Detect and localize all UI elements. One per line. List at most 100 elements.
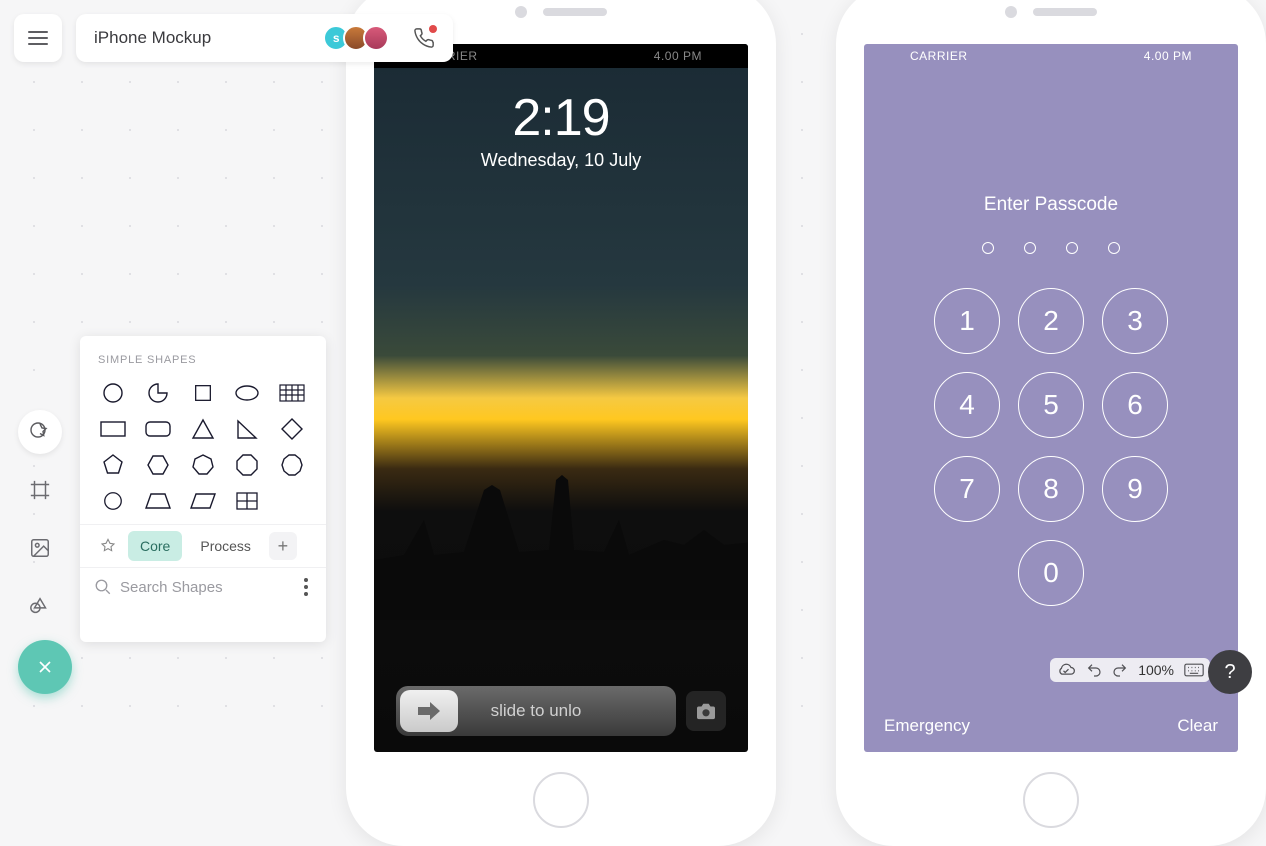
keypad: 1 2 3 4 5 6 7 8 9 0	[864, 288, 1238, 606]
more-shapes-tool[interactable]	[18, 584, 62, 628]
camera-shortcut[interactable]	[686, 691, 726, 731]
phone-screen-left: CARRIER 4.00 PM 2:19 Wednesday, 10 July …	[374, 44, 748, 752]
shape-rounded-square[interactable]	[98, 488, 128, 514]
iphone-mockup-passcode[interactable]: CARRIER 4.00 PM Enter Passcode 1 2 3 4 5…	[836, 0, 1266, 846]
hamburger-button[interactable]	[14, 14, 62, 62]
key-9[interactable]: 9	[1102, 456, 1168, 522]
hamburger-icon	[28, 31, 48, 45]
shape-pie[interactable]	[143, 380, 173, 406]
tab-process[interactable]: Process	[188, 531, 263, 561]
keyboard-icon	[1184, 663, 1204, 677]
image-tool[interactable]	[18, 526, 62, 570]
key-1[interactable]: 1	[934, 288, 1000, 354]
passcode-bottom-row: Emergency Clear	[884, 716, 1218, 736]
iphone-mockup-lockscreen[interactable]: CARRIER 4.00 PM 2:19 Wednesday, 10 July …	[346, 0, 776, 846]
pin-button[interactable]	[94, 532, 122, 560]
pin-icon	[100, 538, 116, 554]
passcode-screen: CARRIER 4.00 PM Enter Passcode 1 2 3 4 5…	[864, 44, 1238, 752]
shape-table[interactable]	[277, 380, 307, 406]
key-6[interactable]: 6	[1102, 372, 1168, 438]
slide-text: slide to unlo	[396, 701, 676, 721]
undo-button[interactable]	[1086, 662, 1102, 678]
shape-square[interactable]	[188, 380, 218, 406]
top-bar: iPhone Mockup s	[14, 14, 453, 62]
status-time: 4.00 PM	[654, 49, 702, 63]
lock-screen: CARRIER 4.00 PM 2:19 Wednesday, 10 July …	[374, 44, 748, 752]
sync-button[interactable]	[1056, 662, 1076, 678]
phone-speaker-area	[515, 6, 607, 18]
document-title[interactable]: iPhone Mockup	[94, 28, 211, 48]
add-category-button[interactable]: +	[269, 532, 297, 560]
shapes-icon	[28, 420, 52, 444]
camera-icon	[695, 702, 717, 720]
shapes-panel: SIMPLE SHAPES Core Process + Search Shap…	[80, 336, 326, 642]
keyboard-button[interactable]	[1184, 663, 1204, 677]
key-4[interactable]: 4	[934, 372, 1000, 438]
undo-icon	[1086, 662, 1102, 678]
help-button[interactable]: ?	[1208, 650, 1252, 694]
phone-speaker-area	[1005, 6, 1097, 18]
shapes-panel-header: SIMPLE SHAPES	[80, 336, 326, 376]
document-title-container: iPhone Mockup s	[76, 14, 453, 62]
key-0[interactable]: 0	[1018, 540, 1084, 606]
key-3[interactable]: 3	[1102, 288, 1168, 354]
shape-rounded-rect[interactable]	[143, 416, 173, 442]
bottom-toolbar: 100%	[1050, 658, 1210, 682]
shape-grid	[80, 376, 326, 524]
redo-icon	[1112, 662, 1128, 678]
redo-button[interactable]	[1112, 662, 1128, 678]
shape-parallelogram[interactable]	[188, 488, 218, 514]
shape-grid[interactable]	[232, 488, 262, 514]
shape-trapezoid[interactable]	[143, 488, 173, 514]
status-bar: CARRIER 4.00 PM	[864, 44, 1238, 68]
search-input[interactable]: Search Shapes	[120, 579, 292, 596]
emergency-button[interactable]: Emergency	[884, 716, 970, 736]
frame-tool[interactable]	[18, 468, 62, 512]
shape-triangle[interactable]	[188, 416, 218, 442]
lock-date: Wednesday, 10 July	[374, 150, 748, 171]
shape-category-tabs: Core Process +	[80, 524, 326, 567]
cloud-icon	[1056, 662, 1076, 678]
key-5[interactable]: 5	[1018, 372, 1084, 438]
key-7[interactable]: 7	[934, 456, 1000, 522]
shape-options-menu[interactable]	[300, 574, 312, 600]
phone-screen-right: CARRIER 4.00 PM Enter Passcode 1 2 3 4 5…	[864, 44, 1238, 752]
carrier-label: CARRIER	[910, 49, 968, 63]
search-icon	[94, 578, 112, 596]
passcode-dots	[864, 242, 1238, 254]
home-button[interactable]	[533, 772, 589, 828]
shape-circle[interactable]	[98, 380, 128, 406]
shape-ellipse[interactable]	[232, 380, 262, 406]
key-2[interactable]: 2	[1018, 288, 1084, 354]
key-8[interactable]: 8	[1018, 456, 1084, 522]
shape-heptagon[interactable]	[188, 452, 218, 478]
shape-hexagon[interactable]	[143, 452, 173, 478]
shape-octagon[interactable]	[232, 452, 262, 478]
home-button[interactable]	[1023, 772, 1079, 828]
frame-icon	[29, 479, 51, 501]
slide-to-unlock[interactable]: slide to unlo	[396, 686, 676, 736]
zoom-level[interactable]: 100%	[1138, 662, 1174, 678]
close-panel-button[interactable]	[18, 640, 72, 694]
shape-rectangle[interactable]	[98, 416, 128, 442]
tab-core[interactable]: Core	[128, 531, 182, 561]
call-notification-dot	[429, 25, 437, 33]
shape-right-triangle[interactable]	[232, 416, 262, 442]
avatar-3[interactable]	[363, 25, 389, 51]
geometry-icon	[29, 595, 51, 617]
close-icon	[35, 657, 55, 677]
status-time: 4.00 PM	[1144, 49, 1192, 63]
call-button[interactable]	[409, 23, 439, 53]
shape-diamond[interactable]	[277, 416, 307, 442]
collaborator-avatars: s	[329, 25, 389, 51]
shape-pentagon[interactable]	[98, 452, 128, 478]
castle-silhouette	[374, 460, 748, 620]
image-icon	[29, 537, 51, 559]
slide-to-unlock-row: slide to unlo	[396, 686, 726, 736]
clear-button[interactable]: Clear	[1177, 716, 1218, 736]
enter-passcode-label: Enter Passcode	[864, 44, 1238, 216]
shape-decagon[interactable]	[277, 452, 307, 478]
shapes-tool[interactable]	[18, 410, 62, 454]
left-rail	[18, 410, 62, 628]
help-icon: ?	[1224, 661, 1235, 684]
